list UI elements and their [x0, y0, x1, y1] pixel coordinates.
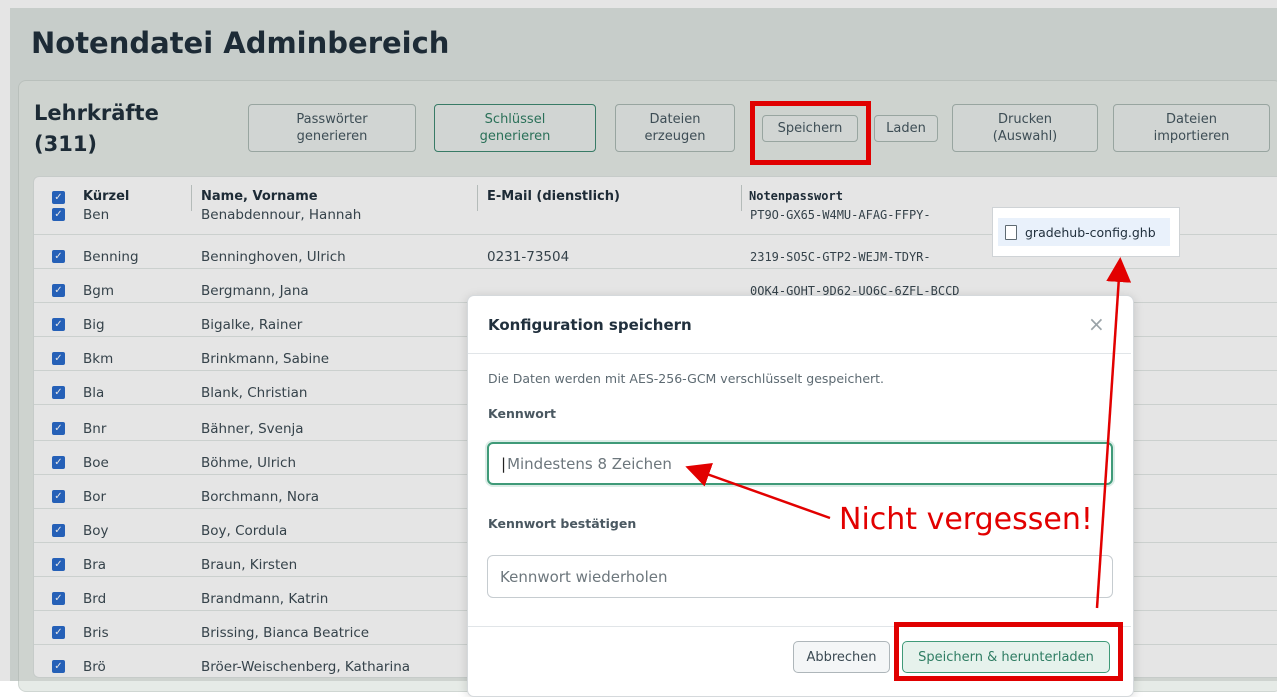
arrow-to-download [1095, 257, 1132, 609]
annotation-note: Nicht vergessen! [839, 502, 1093, 537]
annotation-arrows [685, 257, 1132, 609]
arrow-to-password-field [685, 462, 831, 520]
